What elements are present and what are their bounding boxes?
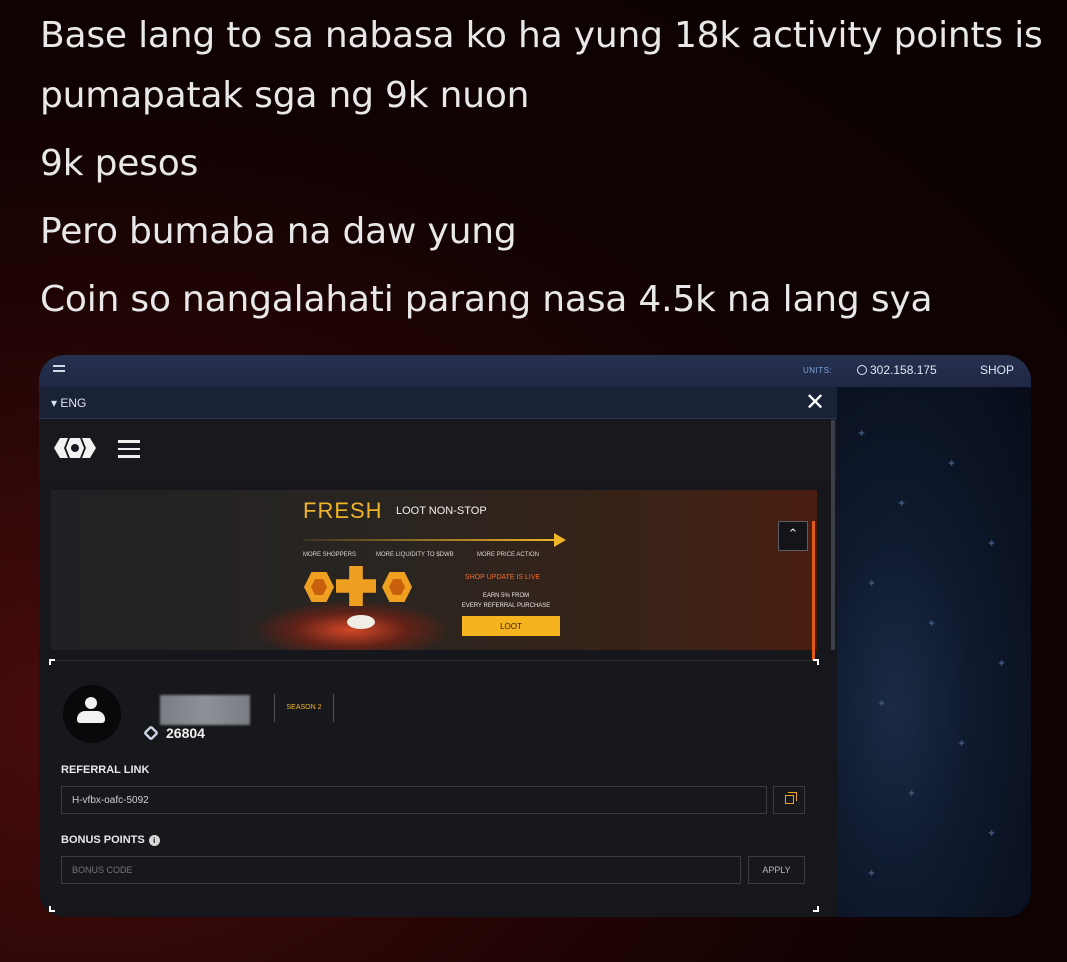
topbar-menu-icon[interactable] xyxy=(53,365,65,375)
shop-update-text: SHOP UPDATE IS LIVE xyxy=(465,574,541,581)
referral-link-field[interactable] xyxy=(61,786,767,814)
banner-subheadline: LOOT NON-STOP xyxy=(396,505,487,517)
space-background: ✦ ✦ ✦ ✦ ✦ ✦ ✦ ✦ ✦ ✦ ✦ ✦ xyxy=(837,387,1031,917)
frame-corner xyxy=(49,906,55,912)
pedestal-icon xyxy=(347,615,375,629)
bonus-points-text: BONUS POINTS xyxy=(61,834,145,846)
info-icon[interactable]: i xyxy=(148,835,160,846)
close-icon[interactable]: ✕ xyxy=(805,390,825,414)
hamburger-menu-icon[interactable] xyxy=(118,440,140,463)
post-line-2: 9k pesos xyxy=(40,143,199,184)
post-line-1: Base lang to sa nabasa ko ha yung 18k ac… xyxy=(40,15,1043,116)
header-row xyxy=(39,420,837,480)
points-gem-icon xyxy=(143,725,159,741)
ship-icon: ✦ xyxy=(857,427,867,440)
apply-button[interactable]: APPLY xyxy=(748,856,805,884)
points-value: 26804 xyxy=(166,725,205,741)
loot-button[interactable]: LOOT xyxy=(462,616,560,636)
units-coin-icon xyxy=(857,365,867,375)
banner-feature: MORE LIQUIDITY TO $DWB xyxy=(376,552,454,558)
post-next-line-partial: ... ... ... ... ... ... ... xyxy=(40,938,349,962)
scrollbar[interactable] xyxy=(831,420,835,650)
earn-text: EARN 5% FROM EVERY REFERRAL PURCHASE xyxy=(461,591,551,611)
ship-icon: ✦ xyxy=(867,577,877,590)
units-label: UNITS: xyxy=(803,366,833,375)
season-badge: SEASON 2 xyxy=(274,694,334,722)
ship-icon: ✦ xyxy=(927,617,937,630)
post-line-4: Coin so nangalahati parang nasa 4.5k na … xyxy=(40,279,933,320)
redacted-username xyxy=(160,695,250,725)
ship-icon: ✦ xyxy=(957,737,967,750)
brand-logo xyxy=(54,438,96,458)
banner-feature: MORE SHOPPERS xyxy=(303,552,357,558)
hex-coin-icon xyxy=(304,572,334,602)
banner-arrow xyxy=(303,539,558,541)
frame-corner xyxy=(49,659,55,665)
promo-banner: FRESH LOOT NON-STOP MORE SHOPPERS MORE L… xyxy=(51,490,817,650)
activity-points: 26804 xyxy=(143,725,205,741)
referral-panel: ▾ ENG ✕ FRESH LOOT NON-STOP MORE SHOPPER… xyxy=(39,387,837,917)
referral-link-label: REFERRAL LINK xyxy=(61,764,150,776)
profile-card: SEASON 2 26804 REFERRAL LINK BONUS POINT… xyxy=(49,659,819,912)
banner-headline: FRESH xyxy=(303,498,383,523)
earn-line-1: EARN 5% FROM xyxy=(482,593,530,599)
banner-feature: MORE PRICE ACTION xyxy=(477,552,540,558)
post-line-3: Pero bumaba na daw yung xyxy=(40,211,517,252)
avatar[interactable] xyxy=(63,685,121,743)
ship-icon: ✦ xyxy=(987,827,997,840)
copy-button[interactable] xyxy=(773,786,805,814)
bonus-points-label: BONUS POINTS i xyxy=(61,834,160,846)
language-select[interactable]: ▾ ENG xyxy=(51,396,86,410)
chevron-coin-icon xyxy=(382,572,412,602)
shop-link[interactable]: SHOP xyxy=(980,363,1014,377)
attached-screenshot[interactable]: UNITS: 302.158.175 SHOP ✦ ✦ ✦ ✦ ✦ ✦ ✦ ✦ … xyxy=(39,355,1031,917)
ship-icon: ✦ xyxy=(907,787,917,800)
arrow-right-icon xyxy=(554,533,566,547)
language-bar: ▾ ENG ✕ xyxy=(39,387,837,419)
game-topbar: UNITS: 302.158.175 SHOP xyxy=(39,355,1031,387)
ship-icon: ✦ xyxy=(987,537,997,550)
units-value: 302.158.175 xyxy=(870,363,937,377)
units-balance: 302.158.175 xyxy=(857,363,937,377)
copy-icon-back xyxy=(788,792,797,801)
frame-corner xyxy=(813,906,819,912)
user-icon xyxy=(85,697,97,709)
accent-bar xyxy=(812,521,815,681)
ship-icon: ✦ xyxy=(947,457,957,470)
chevron-up-icon[interactable]: ⌃ xyxy=(778,521,808,551)
earn-line-2: EVERY REFERRAL PURCHASE xyxy=(461,603,551,609)
user-icon-body xyxy=(77,711,105,723)
frame-corner xyxy=(813,659,819,665)
post-body: Base lang to sa nabasa ko ha yung 18k ac… xyxy=(40,6,1050,338)
ship-icon: ✦ xyxy=(997,657,1007,670)
ship-icon: ✦ xyxy=(897,497,907,510)
bonus-code-input[interactable] xyxy=(61,856,741,884)
ship-icon: ✦ xyxy=(877,697,887,710)
ship-icon: ✦ xyxy=(867,867,877,880)
